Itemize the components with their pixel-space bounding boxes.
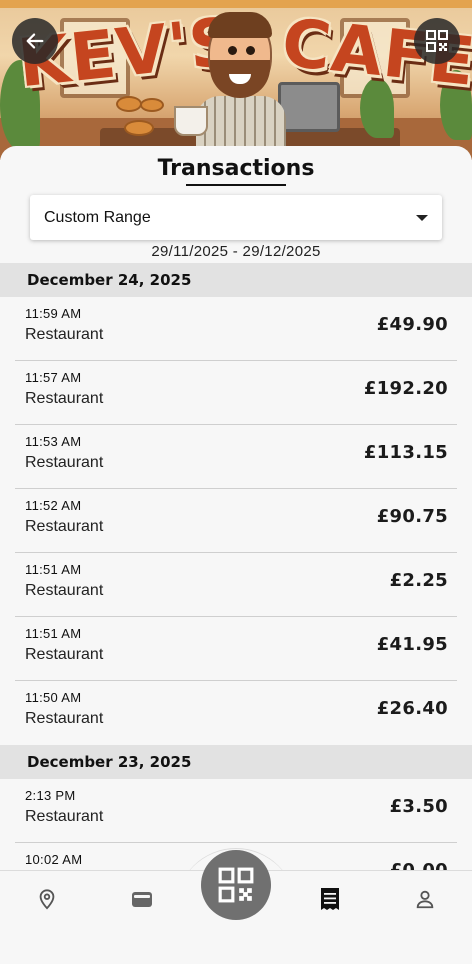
nav-qr-scan-button[interactable] [201, 850, 271, 920]
transaction-time: 11:51 AM [25, 626, 82, 641]
mascot-avatar [174, 12, 286, 152]
transaction-time: 11:50 AM [25, 690, 82, 705]
transaction-row[interactable]: 11:53 AM Restaurant £113.15 [15, 425, 457, 489]
pastry-decoration [124, 120, 154, 136]
cafe-banner: KEV'S CAFE [0, 0, 472, 160]
transaction-amount: £3.50 [389, 796, 448, 817]
transaction-amount: £113.15 [363, 442, 448, 463]
transactions-sheet: Transactions Custom Range 29/11/2025 - 2… [0, 146, 472, 964]
transaction-amount: £192.20 [363, 378, 448, 399]
page-title: Transactions [157, 156, 315, 181]
transaction-amount: £49.90 [376, 314, 448, 335]
transaction-time: 11:53 AM [25, 434, 82, 449]
espresso-machine [278, 82, 340, 132]
selected-date-range: 29/11/2025 - 29/12/2025 [151, 243, 321, 260]
title-underline [186, 184, 286, 186]
transaction-row[interactable]: 11:50 AM Restaurant £26.40 [15, 681, 457, 745]
transaction-row[interactable]: 11:51 AM Restaurant £2.25 [15, 553, 457, 617]
pastry-decoration [116, 96, 142, 112]
qr-scan-button[interactable] [414, 18, 460, 64]
arrow-left-icon [26, 33, 44, 49]
transaction-merchant: Restaurant [25, 582, 104, 599]
banner-stripe [0, 0, 472, 8]
transaction-merchant: Restaurant [25, 454, 104, 471]
qr-code-icon [426, 30, 448, 52]
nav-profile[interactable] [412, 886, 438, 912]
back-button[interactable] [12, 18, 58, 64]
transaction-row[interactable]: 2:13 PM Restaurant £3.50 [15, 779, 457, 843]
transaction-merchant: Restaurant [25, 518, 104, 535]
transaction-row[interactable]: 11:52 AM Restaurant £90.75 [15, 489, 457, 553]
qr-code-icon [218, 867, 254, 903]
nav-wallet[interactable] [129, 886, 155, 912]
coffee-cup [174, 106, 208, 136]
nav-transactions[interactable] [317, 886, 343, 912]
transaction-time: 11:59 AM [25, 306, 82, 321]
transaction-time: 2:13 PM [25, 788, 76, 803]
transaction-time: 10:02 AM [25, 852, 83, 867]
transaction-time: 11:57 AM [25, 370, 82, 385]
transaction-merchant: Restaurant [25, 326, 104, 343]
transaction-time: 11:52 AM [25, 498, 82, 513]
location-pin-icon [39, 889, 55, 910]
day-header: December 24, 2025 [0, 263, 472, 297]
receipt-icon [321, 888, 339, 910]
transaction-amount: £90.75 [376, 506, 448, 527]
transaction-time: 11:51 AM [25, 562, 82, 577]
nav-locations[interactable] [34, 886, 60, 912]
transaction-merchant: Restaurant [25, 710, 104, 727]
transaction-amount: £26.40 [376, 698, 448, 719]
transaction-row[interactable]: 11:59 AM Restaurant £49.90 [15, 297, 457, 361]
transaction-row[interactable]: 11:57 AM Restaurant £192.20 [15, 361, 457, 425]
wallet-icon [132, 892, 152, 907]
transaction-amount: £2.25 [389, 570, 448, 591]
profile-icon [416, 890, 434, 909]
pastry-decoration [140, 98, 164, 112]
transaction-merchant: Restaurant [25, 646, 104, 663]
day-header: December 23, 2025 [0, 745, 472, 779]
date-range-dropdown-label: Custom Range [44, 208, 151, 226]
chevron-down-icon [416, 214, 428, 221]
transaction-row[interactable]: 11:51 AM Restaurant £41.95 [15, 617, 457, 681]
transactions-list: December 24, 2025 11:59 AM Restaurant £4… [0, 263, 472, 907]
date-range-dropdown[interactable]: Custom Range [30, 195, 442, 240]
transaction-merchant: Restaurant [25, 390, 104, 407]
transaction-merchant: Restaurant [25, 808, 104, 825]
transaction-amount: £41.95 [376, 634, 448, 655]
